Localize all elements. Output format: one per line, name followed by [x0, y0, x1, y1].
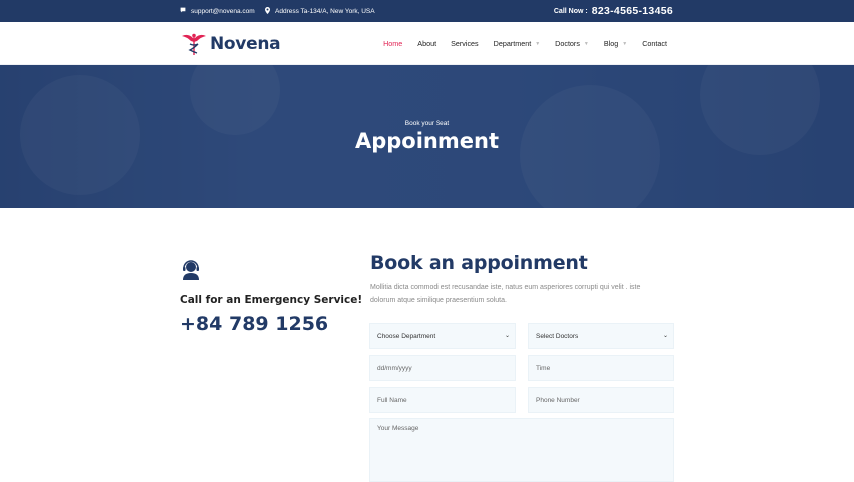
date-placeholder: dd/mm/yyyy	[377, 364, 412, 372]
nav-label: About	[417, 39, 437, 48]
department-select-value: Choose Department	[377, 332, 436, 340]
nav-item-blog[interactable]: Blog ▼	[604, 39, 627, 48]
chevron-down-icon: ⌄	[504, 333, 510, 339]
nav-label: Services	[451, 39, 479, 48]
nav-label: Blog	[603, 39, 619, 48]
nav-item-home[interactable]: Home	[383, 39, 402, 48]
topbar-call[interactable]: Call Now : 823-4565-13456	[554, 0, 673, 22]
full-name-input[interactable]: Full Name	[369, 387, 516, 413]
headset-support-icon	[183, 260, 199, 280]
doctor-select-value: Select Doctors	[536, 332, 579, 340]
call-number: 823-4565-13456	[591, 5, 673, 17]
call-label: Call Now :	[553, 7, 588, 15]
page-hero-banner: Book your Seat Appoinment	[0, 65, 854, 208]
chevron-down-icon: ▼	[622, 40, 628, 47]
nav-menu: Home About Services Department ▼ Doctors ▼…	[368, 22, 667, 65]
doctor-select[interactable]: Select Doctors ⌄	[528, 323, 674, 349]
message-textarea[interactable]: Your Message	[369, 418, 674, 482]
department-select[interactable]: Choose Department ⌄	[369, 323, 516, 349]
booking-intro: Book an appoinment Mollitia dicta commod…	[370, 252, 674, 307]
chevron-down-icon: ▼	[535, 40, 541, 47]
time-input[interactable]: Time	[528, 355, 674, 381]
nav-item-department[interactable]: Department ▼	[494, 39, 541, 48]
brand-name: Novena	[210, 34, 281, 54]
page-title: Appoinment	[354, 129, 499, 153]
date-input[interactable]: dd/mm/yyyy	[369, 355, 516, 381]
nav-item-doctors[interactable]: Doctors ▼	[555, 39, 589, 48]
full-name-placeholder: Full Name	[377, 396, 407, 404]
topbar-address-text: Address Ta-134/A, New York, USA	[275, 7, 375, 15]
chevron-down-icon: ⌄	[662, 333, 668, 339]
time-placeholder: Time	[536, 364, 551, 372]
nav-item-services[interactable]: Services	[451, 39, 479, 48]
chevron-down-icon: ▼	[583, 40, 589, 47]
main-navbar: Novena Home About Services Department ▼ D…	[0, 22, 854, 65]
topbar-email-text: support@novena.com	[191, 7, 255, 15]
nav-item-about[interactable]: About	[417, 39, 436, 48]
topbar-address: Address Ta-134/A, New York, USA	[265, 0, 375, 22]
booking-description: Mollitia dicta commodi est recusandae is…	[370, 284, 641, 304]
booking-title: Book an appoinment	[370, 252, 588, 274]
nav-item-contact[interactable]: Contact	[642, 39, 667, 48]
hero-kicker: Book your Seat	[404, 120, 450, 127]
phone-number-placeholder: Phone Number	[536, 396, 580, 404]
nav-label: Contact	[642, 39, 667, 48]
caduceus-logo-icon	[182, 33, 206, 55]
emergency-phone[interactable]: +84 789 1256	[180, 313, 362, 335]
nav-label: Doctors	[555, 39, 580, 48]
topbar-email[interactable]: support@novena.com	[180, 0, 255, 22]
site-logo[interactable]: Novena	[180, 32, 281, 56]
nav-label: Department	[493, 39, 532, 48]
phone-number-input[interactable]: Phone Number	[528, 387, 674, 413]
chat-icon	[180, 7, 186, 15]
top-bar: support@novena.com Address Ta-134/A, New…	[0, 0, 854, 22]
emergency-heading: Call for an Emergency Service!	[180, 294, 363, 306]
map-pin-icon	[265, 6, 270, 16]
nav-label: Home	[383, 39, 403, 48]
emergency-block: Call for an Emergency Service! +84 789 1…	[180, 259, 362, 335]
message-placeholder: Your Message	[377, 425, 419, 432]
